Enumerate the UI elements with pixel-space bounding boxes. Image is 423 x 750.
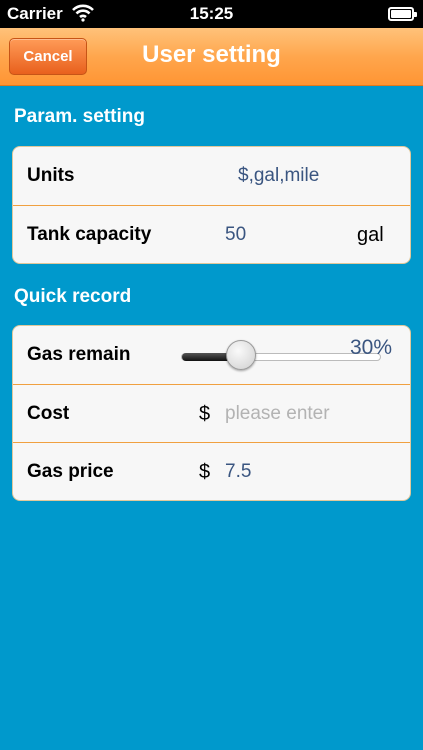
navigation-bar: Cancel User setting [0, 28, 423, 86]
cost-input[interactable]: please enter [225, 385, 330, 443]
gas-remain-slider-thumb[interactable] [226, 340, 256, 370]
units-label: Units [27, 165, 75, 186]
tank-capacity-row: Tank capacity 50 gal [13, 205, 410, 263]
gas-price-currency-symbol: $ [199, 461, 211, 483]
quick-record-group: Gas remain 30% Cost $ please enter Gas p… [12, 325, 411, 501]
tank-capacity-label: Tank capacity [27, 224, 152, 245]
tank-capacity-unit: gal [357, 224, 384, 246]
gas-price-row: Gas price $ 7.5 [13, 442, 410, 500]
param-setting-group: Units $,gal,mile Tank capacity 50 gal [12, 146, 411, 264]
units-row[interactable]: Units $,gal,mile [13, 147, 410, 205]
gas-remain-value: 30% [350, 336, 393, 359]
tank-capacity-input[interactable]: 50 [225, 206, 246, 263]
battery-icon [388, 7, 417, 21]
param-setting-header: Param. setting [14, 106, 145, 127]
gas-price-label: Gas price [27, 461, 114, 482]
status-bar: Carrier 15:25 [0, 0, 423, 28]
cost-label: Cost [27, 403, 70, 424]
units-value[interactable]: $,gal,mile [238, 147, 319, 205]
gas-remain-label: Gas remain [27, 344, 131, 365]
cost-currency-symbol: $ [199, 403, 211, 425]
clock-time: 15:25 [189, 4, 234, 23]
page-title: User setting [142, 41, 281, 68]
gas-price-input[interactable]: 7.5 [225, 443, 251, 500]
gas-remain-row: Gas remain 30% [13, 326, 410, 384]
quick-record-header: Quick record [14, 286, 132, 307]
cost-row: Cost $ please enter [13, 384, 410, 442]
